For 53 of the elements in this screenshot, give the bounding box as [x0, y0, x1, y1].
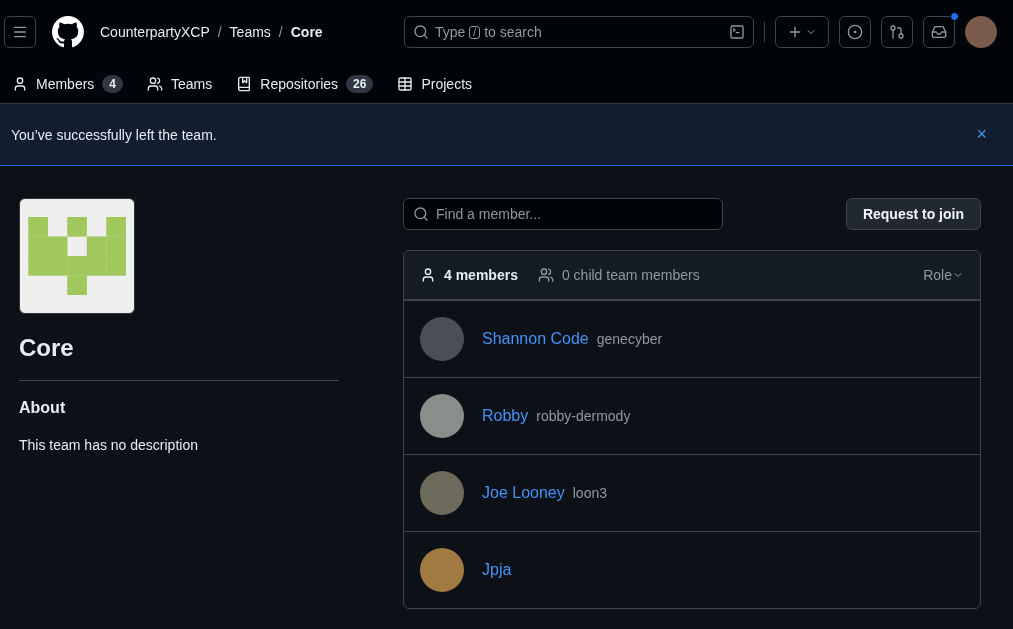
nav-tab[interactable]: Projects: [397, 76, 473, 92]
inbox-icon: [931, 24, 947, 40]
breadcrumb-separator: /: [278, 24, 283, 40]
person-icon: [12, 76, 28, 92]
user-avatar[interactable]: [965, 16, 997, 48]
tab-counter: 26: [346, 75, 374, 93]
table-icon: [397, 76, 414, 92]
people-icon: [147, 76, 164, 92]
search-icon: [413, 206, 429, 222]
tab-counter: 4: [102, 75, 124, 93]
issues-button[interactable]: [839, 16, 871, 48]
plus-icon: [787, 24, 803, 40]
search-field[interactable]: Type / to search: [404, 16, 754, 48]
members-count: 4 members: [444, 267, 518, 283]
member-avatar: [420, 548, 464, 592]
request-to-join-button[interactable]: Request to join: [845, 198, 981, 230]
member-username: loon3: [572, 485, 607, 501]
team-description: This team has no description: [19, 437, 199, 453]
member-name[interactable]: Jpja: [482, 561, 512, 579]
close-button[interactable]: ×: [976, 124, 987, 145]
member-avatar: [420, 317, 464, 361]
circle-dot-icon: [847, 24, 863, 40]
child-members-count: 0 child team members: [561, 267, 700, 283]
repo-icon: [236, 76, 253, 92]
breadcrumb-link[interactable]: Teams: [229, 24, 271, 40]
person-icon: [420, 267, 436, 283]
terminal-icon: [729, 24, 745, 40]
create-new-button[interactable]: [775, 16, 829, 48]
pull-request-icon: [889, 24, 905, 40]
member-name[interactable]: Shannon Code: [482, 330, 589, 348]
github-logo-icon[interactable]: [52, 16, 84, 48]
role-filter[interactable]: Role: [923, 267, 964, 283]
flash-message: You’ve successfully left the team.: [11, 126, 217, 143]
team-name: Core: [19, 334, 75, 362]
breadcrumb-link[interactable]: CounterpartyXCP: [100, 24, 210, 40]
nav-tab[interactable]: Repositories 26: [236, 75, 374, 93]
pull-requests-button[interactable]: [881, 16, 913, 48]
member-search-field[interactable]: Find a member...: [403, 198, 723, 230]
member-username: genecyber: [596, 331, 663, 347]
member-avatar: [420, 471, 464, 515]
search-icon: [413, 24, 429, 40]
menu-icon: [12, 24, 28, 40]
breadcrumb-separator: /: [217, 24, 222, 40]
member-username: robby-dermody: [536, 408, 631, 424]
member-avatar: [420, 394, 464, 438]
nav-tab[interactable]: Members 4: [12, 75, 124, 93]
people-icon: [537, 267, 554, 283]
breadcrumb-link[interactable]: Core: [290, 24, 323, 40]
menu-button[interactable]: [4, 16, 36, 48]
member-name[interactable]: Joe Looney: [482, 484, 565, 502]
member-name[interactable]: Robby: [482, 407, 529, 425]
about-heading: About: [19, 399, 67, 417]
nav-tab[interactable]: Teams: [147, 76, 213, 92]
